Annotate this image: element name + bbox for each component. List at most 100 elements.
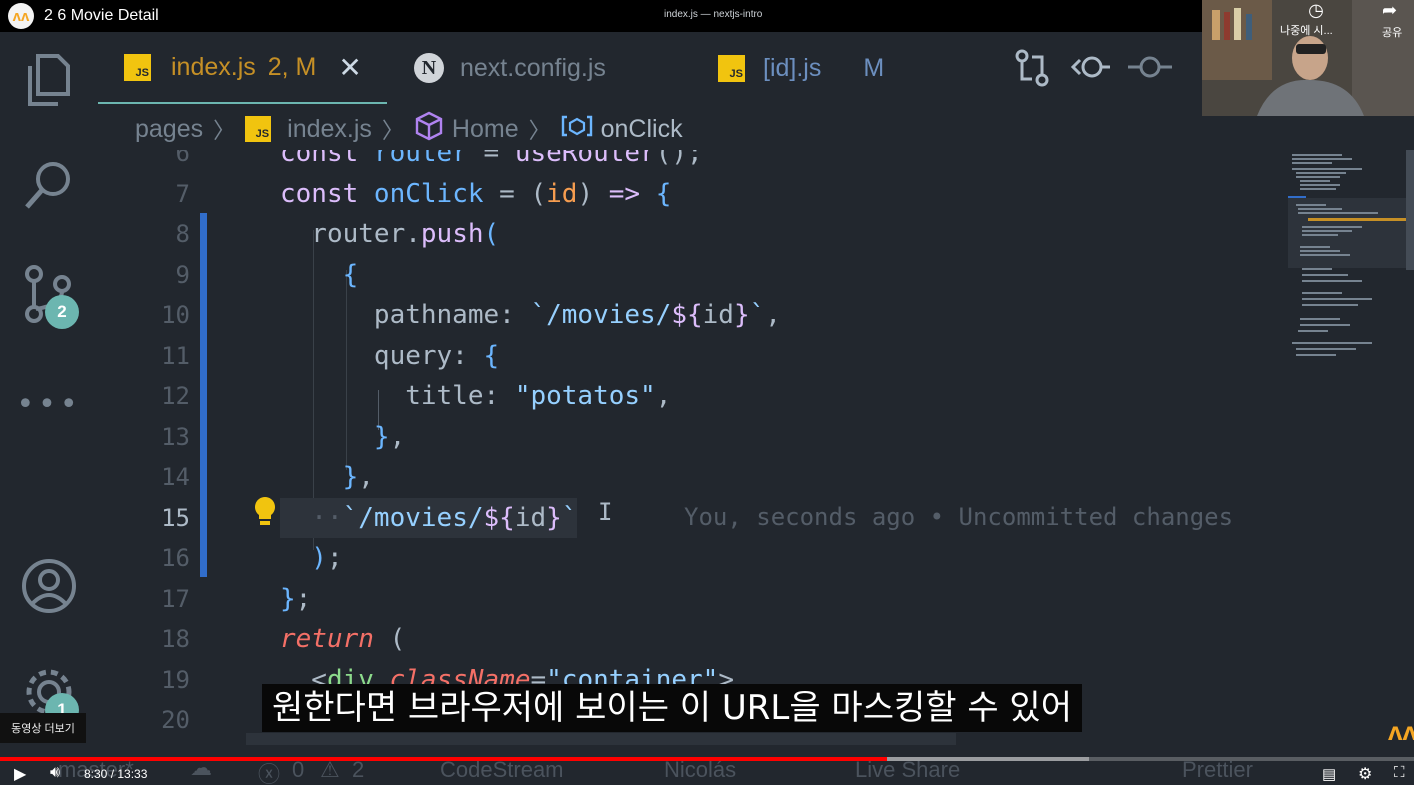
cube-icon — [414, 111, 444, 148]
code-line[interactable]: 9 { — [98, 255, 1288, 295]
code-line[interactable]: 7 const onClick = (id) => { — [98, 174, 1288, 214]
line-number: 9 — [175, 260, 190, 289]
code-token: ·· — [280, 502, 343, 533]
code-token: useRouter — [514, 150, 656, 168]
code-token: = ( — [499, 178, 547, 209]
code-token: , — [765, 300, 781, 330]
code-token: } — [733, 300, 750, 330]
code-line[interactable]: 14 }, — [98, 457, 1288, 497]
code-text: ··`/movies/${id}` — [280, 497, 578, 538]
line-number: 10 — [161, 301, 190, 329]
window-title: index.js — nextjs-intro — [664, 9, 763, 20]
settings-gear-icon[interactable]: ⚙ — [1358, 764, 1372, 784]
files-icon[interactable] — [0, 52, 98, 108]
compare-icon[interactable] — [1014, 48, 1050, 92]
code-line[interactable]: 8 router.push( — [98, 214, 1288, 254]
video-title[interactable]: 2 6 Movie Detail — [44, 7, 159, 25]
line-number: 16 — [161, 544, 190, 572]
breadcrumb-file[interactable]: index.js — [287, 115, 372, 144]
close-icon[interactable]: ✕ — [338, 51, 361, 84]
code-editor[interactable]: 6 const router = useRouter(); 7 const onCli… — [98, 150, 1288, 750]
activity-bar: 2 ••• 1 — [0, 32, 98, 772]
code-text: { — [280, 255, 359, 295]
git-blame-annotation: You, seconds ago • Uncommitted changes — [684, 503, 1234, 531]
code-token: ) — [280, 543, 327, 573]
tab-label: [id].js — [763, 53, 822, 82]
code-token: , — [655, 381, 672, 411]
code-line[interactable]: 17}; — [98, 579, 1288, 619]
more-videos-button[interactable]: 동영상 더보기 — [0, 713, 86, 743]
line-number: 6 — [175, 150, 190, 167]
text-cursor-icon: I — [598, 498, 613, 526]
subtitles-icon[interactable]: ▤ — [1322, 765, 1336, 783]
breadcrumb-home[interactable]: Home — [452, 115, 519, 144]
code-token: = — [483, 150, 515, 168]
line-number: 11 — [161, 341, 190, 370]
code-text: ); — [280, 538, 342, 578]
tab-label: next.config.js — [460, 53, 606, 82]
code-line[interactable]: 11 query: { — [98, 336, 1288, 376]
code-token: const — [280, 178, 374, 209]
code-line[interactable]: 10 pathname: `/movies/${id}`, — [98, 295, 1288, 335]
video-subtitle: 원한다면 브라우저에 보이는 이 URL을 마스킹할 수 있어 — [262, 684, 1082, 732]
code-line[interactable]: 12 title: "potatos", — [98, 376, 1288, 416]
code-token: const — [280, 150, 374, 168]
code-token: ; — [295, 583, 312, 614]
code-token: { — [655, 178, 672, 209]
channel-watermark[interactable]: ʌʌ — [1388, 716, 1414, 747]
tab-status: M — [863, 53, 885, 82]
breadcrumb-onclick[interactable]: onClick — [601, 115, 683, 144]
tab-next-config[interactable]: N next.config.js — [414, 32, 606, 104]
code-text: return ( — [280, 619, 405, 659]
code-line[interactable]: 6 const router = useRouter(); — [98, 150, 1288, 173]
code-token: id — [702, 300, 734, 330]
js-file-icon: JS — [718, 54, 745, 82]
lightbulb-icon[interactable] — [253, 495, 277, 531]
tab-status: 2, M — [267, 52, 317, 81]
tab-label: index.js — [171, 52, 256, 81]
play-icon[interactable]: ▶ — [14, 764, 26, 784]
code-token: } — [546, 502, 562, 533]
code-token: push — [420, 219, 484, 249]
git-commit-back-icon[interactable] — [1070, 50, 1110, 88]
share-icon[interactable]: ➦ — [1382, 0, 1397, 21]
chevron-right-icon: 〉 — [213, 118, 236, 143]
tab-index-js[interactable]: JS index.js 2, M ✕ — [98, 32, 387, 104]
search-icon[interactable] — [0, 157, 98, 213]
code-token: ${ — [671, 300, 703, 330]
code-token: ( — [389, 624, 406, 654]
code-token: ( — [483, 219, 500, 249]
account-icon[interactable] — [0, 557, 98, 615]
code-line[interactable]: 16 ); — [98, 538, 1288, 578]
code-token: "potatos" — [514, 381, 656, 411]
source-control-badge: 2 — [45, 295, 79, 329]
code-token: `/movies/ — [342, 502, 484, 533]
code-text: }; — [280, 579, 311, 619]
minimap[interactable] — [1288, 150, 1414, 510]
code-text: query: { — [280, 336, 499, 376]
code-text: title: "potatos", — [280, 376, 671, 416]
code-token: `/movies/ — [530, 300, 672, 330]
code-token: query: — [280, 340, 484, 371]
code-line[interactable]: 18 return ( — [98, 619, 1288, 659]
code-token: pathname: — [280, 300, 531, 330]
code-token: ) — [577, 178, 609, 209]
code-token: { — [483, 340, 500, 371]
share-label[interactable]: 공유 — [1382, 24, 1402, 40]
breadcrumb-pages[interactable]: pages — [135, 115, 203, 144]
git-commit-icon[interactable] — [1128, 50, 1172, 88]
channel-avatar[interactable]: ʌʌ — [8, 3, 34, 29]
code-line[interactable]: 13 }, — [98, 417, 1288, 457]
horizontal-scrollbar[interactable] — [246, 733, 956, 745]
fullscreen-icon[interactable]: ⛶ — [1394, 764, 1405, 781]
line-number: 8 — [175, 220, 190, 248]
watch-later-label[interactable]: 나중에 시... — [1280, 22, 1333, 38]
player-controls: ▶ 🔊︎ 8:30 / 13:33 ▤ ⚙ ⛶ — [0, 761, 1414, 785]
more-icon[interactable]: ••• — [0, 387, 98, 422]
line-number: 19 — [161, 665, 190, 694]
tab-id-js[interactable]: JS [id].js M — [718, 32, 884, 104]
watch-later-icon[interactable]: ◷ — [1302, 0, 1330, 21]
code-token: } — [280, 583, 296, 614]
volume-icon[interactable]: 🔊︎ — [50, 764, 60, 782]
code-text: const onClick = (id) => { — [280, 174, 671, 214]
